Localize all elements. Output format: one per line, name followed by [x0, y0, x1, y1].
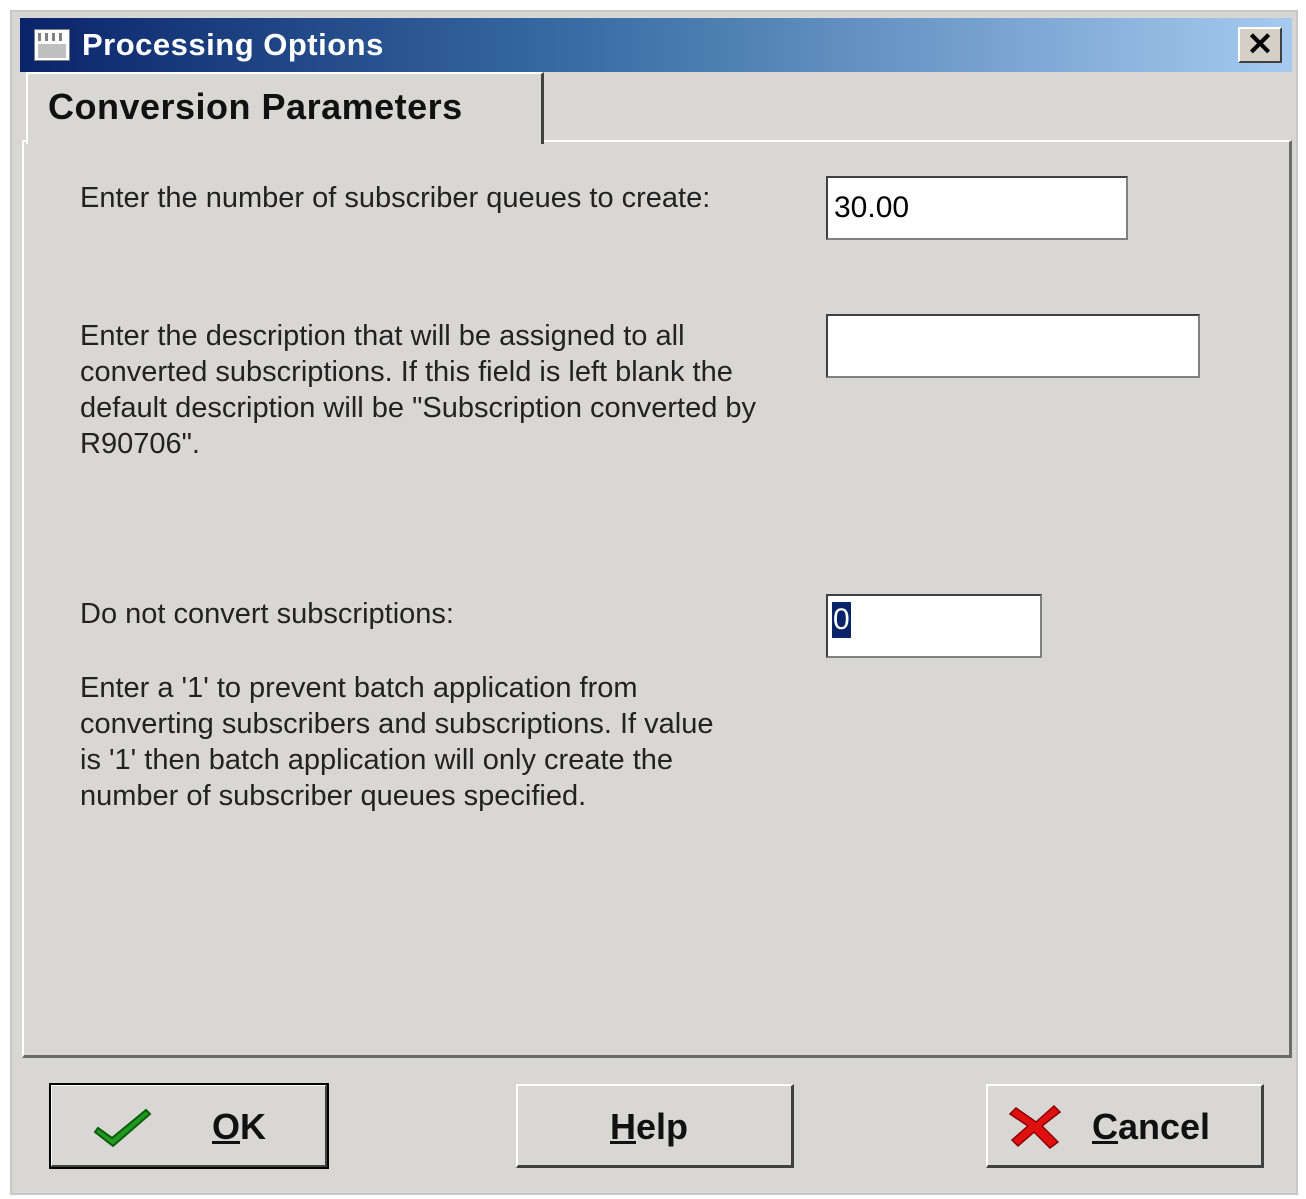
description-input[interactable]	[826, 314, 1200, 378]
tab-label: Conversion Parameters	[48, 86, 463, 127]
do-not-convert-input[interactable]: 0	[826, 594, 1042, 658]
tab-panel: Enter the number of subscriber queues to…	[22, 140, 1292, 1058]
cancel-label: Cancel	[1092, 1106, 1211, 1147]
help-button[interactable]: Help	[516, 1084, 794, 1168]
cancel-button[interactable]: Cancel	[986, 1084, 1264, 1168]
do-not-convert-label: Do not convert subscriptions:	[80, 598, 454, 630]
help-label: Help	[610, 1106, 689, 1147]
queues-input[interactable]	[826, 176, 1128, 240]
do-not-convert-help: Enter a '1' to prevent batch application…	[80, 672, 714, 812]
close-icon: ✕	[1246, 26, 1274, 62]
processing-options-dialog: Processing Options ✕ Conversion Paramete…	[10, 10, 1298, 1195]
close-button[interactable]: ✕	[1238, 27, 1282, 63]
window-app-icon	[34, 29, 70, 61]
ok-label: OK	[212, 1106, 267, 1147]
selected-value: 0	[832, 602, 851, 638]
description-label: Enter the description that will be assig…	[80, 320, 757, 460]
queues-label: Enter the number of subscriber queues to…	[80, 182, 711, 214]
red-x-icon	[1008, 1104, 1062, 1149]
title-bar: Processing Options ✕	[20, 18, 1292, 72]
window-title: Processing Options	[82, 27, 384, 62]
checkmark-icon	[94, 1108, 152, 1148]
tab-conversion-parameters[interactable]: Conversion Parameters	[26, 72, 544, 144]
ok-button[interactable]: OK	[49, 1083, 329, 1169]
